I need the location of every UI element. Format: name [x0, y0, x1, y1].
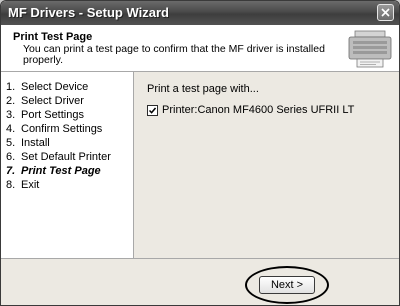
step-item-confirm-settings: 4. Confirm Settings: [6, 122, 102, 136]
printer-setup-graphic-icon: [348, 30, 392, 68]
wizard-header: Print Test Page You can print a test pag…: [1, 25, 399, 72]
step-label: Print Test Page: [21, 165, 101, 177]
step-item-set-default-printer: 6. Set Default Printer: [6, 150, 111, 164]
step-item-install: 5. Install: [6, 136, 50, 150]
next-button[interactable]: Next >: [259, 276, 315, 294]
step-label: Exit: [21, 179, 40, 191]
step-label: Confirm Settings: [21, 123, 103, 135]
step-label: Select Device: [21, 81, 89, 93]
step-item-exit: 8. Exit: [6, 178, 39, 192]
step-label: Select Driver: [21, 95, 84, 107]
printer-checkbox-row[interactable]: Printer:Canon MF4600 Series UFRII LT: [147, 103, 354, 117]
close-icon: [381, 8, 390, 17]
content-panel: Print a test page with... Printer:Canon …: [134, 72, 399, 258]
title-bar[interactable]: MF Drivers - Setup Wizard: [1, 1, 399, 25]
page-description: You can print a test page to confirm tha…: [23, 43, 325, 66]
step-item-print-test-page: 7. Print Test Page: [6, 164, 101, 178]
step-item-select-device: 1. Select Device: [6, 80, 88, 94]
checkmark-icon: [149, 107, 156, 114]
step-number: 2.: [6, 95, 16, 107]
step-number: 8.: [6, 179, 16, 191]
step-item-select-driver: 2. Select Driver: [6, 94, 84, 108]
step-label: Set Default Printer: [21, 151, 111, 163]
printer-checkbox[interactable]: [147, 104, 158, 116]
button-bar: Next >: [1, 258, 399, 305]
step-item-port-settings: 3. Port Settings: [6, 108, 84, 122]
step-number: 6.: [6, 151, 16, 163]
step-number: 3.: [6, 109, 16, 121]
step-number: 5.: [6, 137, 16, 149]
step-number: 7.: [6, 165, 16, 177]
step-number: 1.: [6, 81, 16, 93]
step-number: 4.: [6, 123, 16, 135]
steps-panel: 1. Select Device 2. Select Driver 3. Port S…: [1, 72, 134, 258]
window-title: MF Drivers - Setup Wizard: [8, 5, 169, 20]
step-label: Install: [21, 137, 50, 149]
page-title: Print Test Page: [13, 31, 93, 43]
printer-checkbox-label: Printer:Canon MF4600 Series UFRII LT: [162, 104, 355, 116]
test-page-prompt: Print a test page with...: [147, 83, 259, 95]
setup-wizard-window: MF Drivers - Setup Wizard Print Test Pag…: [0, 0, 400, 306]
step-label: Port Settings: [21, 109, 84, 121]
close-button[interactable]: [377, 4, 394, 21]
